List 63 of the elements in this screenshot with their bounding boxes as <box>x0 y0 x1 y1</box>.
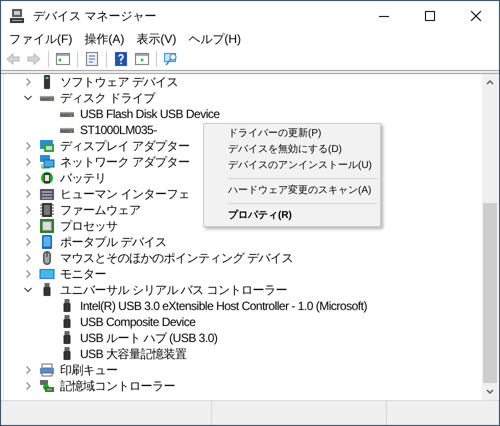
expand-chevron-icon[interactable] <box>23 157 33 167</box>
printer-icon <box>39 362 55 378</box>
menu-item[interactable]: 操作(A) <box>78 30 130 48</box>
expand-chevron-icon[interactable] <box>23 365 33 375</box>
context-menu-item[interactable]: ドライバーの更新(P) <box>204 126 380 142</box>
expand-chevron-icon[interactable] <box>23 269 33 279</box>
keyboard-icon <box>39 186 55 202</box>
battery-icon <box>39 170 55 186</box>
chip-icon <box>39 202 55 218</box>
menu-item[interactable]: ヘルプ(H) <box>182 30 247 48</box>
window-pane-icon[interactable] <box>54 50 72 68</box>
tree-item[interactable]: USB Composite Device <box>80 313 196 331</box>
expand-chevron-icon[interactable] <box>23 173 33 183</box>
tree-item[interactable]: ST1000LM035- <box>80 121 157 139</box>
context-menu-item[interactable]: プロパティ(R) <box>204 208 380 224</box>
expand-chevron-icon[interactable] <box>23 189 33 199</box>
collapse-chevron-icon[interactable] <box>23 93 33 103</box>
tree-item[interactable]: USB 大容量記憶装置 <box>80 345 187 363</box>
monitor-icon <box>39 266 55 282</box>
tree-item[interactable]: 記憶域コントローラー <box>60 377 175 395</box>
expand-chevron-icon[interactable] <box>23 381 33 391</box>
expand-chevron-icon[interactable] <box>23 77 33 87</box>
tablet-icon <box>39 234 55 250</box>
tree-item[interactable]: 印刷キュー <box>60 361 118 379</box>
scrollbar-thumb[interactable] <box>483 203 497 383</box>
monitor-card-icon <box>39 138 55 154</box>
window-play-icon[interactable] <box>133 50 151 68</box>
network-monitors-icon <box>39 154 55 170</box>
expand-chevron-icon[interactable] <box>23 237 33 247</box>
tree-item[interactable]: マウスとそのほかのポインティング デバイス <box>60 249 293 267</box>
expand-chevron-icon[interactable] <box>23 253 33 263</box>
tree-item[interactable]: プロセッサ <box>60 217 118 235</box>
storage-controller-icon <box>39 378 55 394</box>
tree-item[interactable]: モニター <box>60 265 106 283</box>
tree-item[interactable]: ポータブル デバイス <box>60 233 166 251</box>
expand-chevron-icon[interactable] <box>23 221 33 231</box>
context-menu-item[interactable]: デバイスを無効にする(D) <box>204 142 380 158</box>
context-menu-item[interactable]: ハードウェア変更のスキャン(A) <box>204 183 380 199</box>
tree-item[interactable]: ソフトウェア デバイス <box>60 74 178 91</box>
context-menu-item[interactable]: デバイスのアンインストール(U) <box>204 158 380 174</box>
collapse-chevron-icon[interactable] <box>23 285 33 295</box>
tree-item[interactable]: ディスク ドライブ <box>60 89 155 107</box>
maximize-icon[interactable] <box>425 10 435 20</box>
device-manager-icon <box>9 8 25 24</box>
help-icon[interactable] <box>112 50 130 68</box>
tree-item[interactable]: ヒューマン インターフェ <box>60 185 190 203</box>
expand-chevron-icon[interactable] <box>23 141 33 151</box>
tree-item[interactable]: ネットワーク アダプター <box>60 153 190 171</box>
tree-item[interactable]: USB Flash Disk USB Device <box>80 105 220 123</box>
tree-item[interactable]: Intel(R) USB 3.0 eXtensible Host Controller - 1.0 (Microsoft) <box>80 297 367 315</box>
window-title: デバイス マネージャー <box>33 8 156 24</box>
close-icon[interactable] <box>471 10 481 20</box>
tree-item[interactable]: ファームウェア <box>60 201 140 219</box>
document-icon[interactable] <box>83 50 101 68</box>
processor-icon <box>39 218 55 234</box>
tree-item[interactable]: USB ルート ハブ (USB 3.0) <box>80 329 218 347</box>
tree-item[interactable]: ユニバーサル シリアル バス コントローラー <box>60 281 288 299</box>
expand-chevron-icon[interactable] <box>23 205 33 215</box>
menu-item[interactable]: 表示(V) <box>130 30 182 48</box>
scrollbar[interactable] <box>482 74 498 400</box>
menu-item[interactable]: ファイル(F) <box>3 30 78 48</box>
tree-item[interactable]: ディスプレイ アダプター <box>60 137 190 155</box>
tree-item[interactable]: バッテリ <box>60 169 106 187</box>
